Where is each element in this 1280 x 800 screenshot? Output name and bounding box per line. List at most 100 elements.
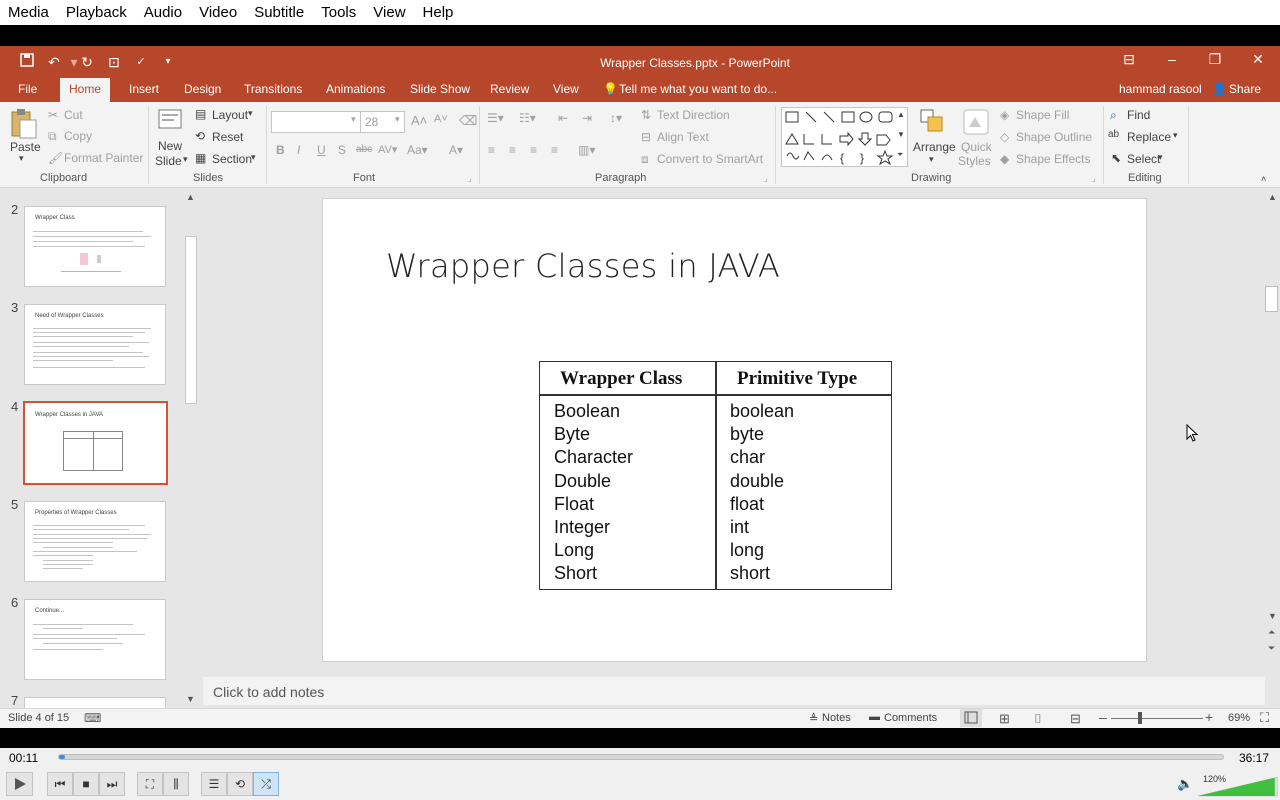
thumbnail-slide-6[interactable]: Continue...: [24, 599, 166, 680]
tell-me-box[interactable]: Tell me what you want to do...: [619, 82, 777, 96]
select-button[interactable]: Select: [1127, 152, 1160, 166]
menu-audio[interactable]: Audio: [144, 4, 182, 21]
share-button[interactable]: Share: [1229, 82, 1261, 96]
slide-title[interactable]: Wrapper Classes in JAVA: [386, 247, 780, 285]
align-right-icon[interactable]: ≡: [530, 143, 537, 157]
align-center-icon[interactable]: ≡: [509, 143, 516, 157]
slide-scrollbar-thumb[interactable]: [1265, 286, 1278, 312]
format-painter-button[interactable]: Format Painter: [64, 151, 143, 165]
menu-help[interactable]: Help: [423, 4, 454, 21]
new-slide-dropdown-icon[interactable]: ▾: [183, 154, 188, 165]
text-direction-button[interactable]: Text Direction: [657, 108, 730, 122]
loop-button[interactable]: ⟲: [227, 772, 253, 796]
thumbnail-slide-5[interactable]: Properties of Wrapper Classes: [24, 501, 166, 582]
collapse-ribbon-icon[interactable]: ˄: [1261, 174, 1266, 184]
new-slide-label-2[interactable]: Slide: [155, 154, 182, 168]
increase-font-icon[interactable]: A˄: [411, 113, 427, 128]
line-spacing-icon[interactable]: ↕▾: [610, 111, 622, 125]
menu-video[interactable]: Video: [199, 4, 237, 21]
shapes-more-icon[interactable]: ⏷: [897, 150, 903, 160]
font-color-icon[interactable]: A▾: [449, 143, 463, 157]
playlist-button[interactable]: ☰: [201, 772, 227, 796]
find-button[interactable]: Find: [1127, 108, 1150, 122]
justify-icon[interactable]: ≡: [551, 143, 558, 157]
close-icon[interactable]: ✕: [1243, 51, 1273, 68]
restore-icon[interactable]: ❐: [1200, 51, 1230, 68]
fullscreen-button[interactable]: ⛶: [137, 772, 163, 796]
stop-button[interactable]: ■: [73, 772, 99, 796]
layout-button[interactable]: Layout: [212, 108, 248, 122]
shapes-scroll-down-icon[interactable]: ▼: [897, 130, 905, 139]
shadow-icon[interactable]: S: [338, 143, 346, 157]
numbering-icon[interactable]: ☷▾: [519, 111, 536, 125]
convert-smartart-button[interactable]: Convert to SmartArt: [657, 152, 763, 166]
thumbnail-slide-3[interactable]: Need of Wrapper Classes: [24, 304, 166, 385]
volume-slider[interactable]: [1197, 776, 1279, 797]
font-name-dropdown-icon[interactable]: ▾: [351, 114, 356, 125]
char-spacing-icon[interactable]: AV▾: [378, 143, 397, 156]
seek-bar[interactable]: [58, 754, 1224, 760]
shapes-scroll-up-icon[interactable]: ▲: [897, 110, 905, 119]
thumbnail-slide-4[interactable]: Wrapper Classes in JAVA: [23, 401, 168, 485]
next-slide-icon[interactable]: ⏷: [1268, 643, 1275, 654]
replace-button[interactable]: Replace: [1127, 130, 1171, 144]
arrange-dropdown-icon[interactable]: ▾: [929, 154, 934, 165]
slide-scroll-down-icon[interactable]: ▼: [1268, 611, 1277, 621]
replace-dropdown-icon[interactable]: ▾: [1173, 130, 1178, 141]
clear-formatting-icon[interactable]: ⌫: [459, 113, 477, 129]
notes-toggle-button[interactable]: Notes: [822, 712, 851, 724]
thumbs-scrollbar-thumb[interactable]: [185, 236, 197, 404]
strikethrough-icon[interactable]: abc: [356, 144, 372, 155]
wrapper-types-table[interactable]: Wrapper Class Primitive Type Boolean Byt…: [539, 361, 892, 590]
play-button[interactable]: [6, 772, 33, 796]
slide-scroll-up-icon[interactable]: ▲: [1268, 192, 1277, 202]
tab-slide-show[interactable]: Slide Show: [410, 82, 470, 96]
section-dropdown-icon[interactable]: ▾: [251, 152, 256, 163]
tab-insert[interactable]: Insert: [129, 82, 159, 96]
notes-pane[interactable]: Click to add notes: [203, 677, 1265, 705]
paste-dropdown-icon[interactable]: ▾: [19, 153, 24, 164]
normal-view-icon[interactable]: [960, 709, 982, 727]
tab-home[interactable]: Home: [60, 78, 111, 102]
new-slide-icon[interactable]: [157, 107, 185, 135]
slide-show-icon[interactable]: ⊟: [1070, 711, 1081, 727]
zoom-in-icon[interactable]: +: [1205, 709, 1213, 725]
select-dropdown-icon[interactable]: ▾: [1158, 152, 1163, 163]
spell-check-icon[interactable]: ⌨: [84, 711, 101, 725]
shape-effects-button[interactable]: Shape Effects: [1016, 152, 1091, 166]
user-name[interactable]: hammad rasool: [1119, 82, 1202, 96]
tab-design[interactable]: Design: [184, 82, 221, 96]
paragraph-dialog-launcher-icon[interactable]: ⌟: [764, 174, 768, 183]
menu-tools[interactable]: Tools: [321, 4, 356, 21]
decrease-font-icon[interactable]: A˅: [434, 113, 448, 125]
arrange-icon[interactable]: [918, 107, 946, 135]
drawing-dialog-launcher-icon[interactable]: ⌟: [1092, 174, 1096, 183]
shape-outline-button[interactable]: Shape Outline: [1016, 130, 1092, 144]
menu-media[interactable]: Media: [8, 4, 49, 21]
thumbnail-slide-7[interactable]: [24, 697, 166, 708]
menu-playback[interactable]: Playback: [66, 4, 127, 21]
columns-icon[interactable]: ▥▾: [578, 143, 595, 157]
tab-transitions[interactable]: Transitions: [244, 82, 302, 96]
thumbs-scroll-down-icon[interactable]: ▼: [186, 694, 195, 704]
tab-file[interactable]: File: [18, 82, 37, 96]
minimize-icon[interactable]: –: [1157, 51, 1187, 67]
tab-animations[interactable]: Animations: [326, 82, 385, 96]
thumbs-scroll-up-icon[interactable]: ▲: [186, 192, 195, 202]
layout-dropdown-icon[interactable]: ▾: [248, 108, 253, 119]
font-name-input[interactable]: [271, 111, 361, 133]
menu-view[interactable]: View: [373, 4, 405, 21]
fit-to-window-icon[interactable]: ⛶: [1260, 710, 1269, 726]
menu-subtitle[interactable]: Subtitle: [254, 4, 304, 21]
zoom-level[interactable]: 69%: [1228, 712, 1250, 724]
reading-view-icon[interactable]: ⌷: [1034, 711, 1042, 727]
thumbnail-slide-2[interactable]: Wrapper Class: [24, 206, 166, 287]
new-slide-label-1[interactable]: New: [158, 139, 182, 153]
paste-button[interactable]: Paste: [10, 140, 41, 154]
ribbon-display-options-icon[interactable]: ⊟: [1114, 51, 1144, 68]
tab-view[interactable]: View: [553, 82, 579, 96]
bullets-icon[interactable]: ☰▾: [487, 111, 504, 125]
zoom-slider-thumb[interactable]: [1138, 712, 1142, 724]
copy-button[interactable]: Copy: [64, 129, 92, 143]
section-button[interactable]: Section: [212, 152, 252, 166]
